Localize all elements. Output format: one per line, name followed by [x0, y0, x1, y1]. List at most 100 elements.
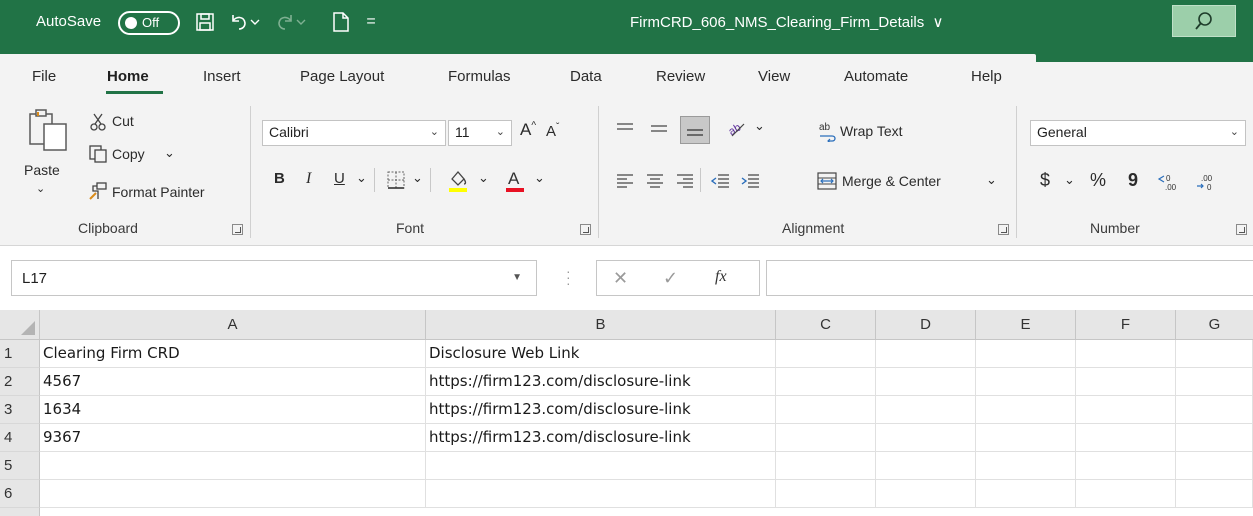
cell-f5[interactable] [1076, 452, 1176, 480]
font-name-dropdown[interactable]: Calibri ⌄ [262, 120, 446, 146]
align-right-icon[interactable] [674, 170, 696, 192]
merge-center-icon[interactable] [816, 170, 838, 192]
decrease-decimal-icon[interactable]: .00 0 [1194, 170, 1222, 194]
cell-b2[interactable]: https://firm123.com/disclosure-link [426, 368, 776, 396]
align-top-icon[interactable] [614, 118, 636, 140]
cell-c3[interactable] [776, 396, 876, 424]
row-header[interactable]: 3 [0, 396, 40, 424]
cell-c6[interactable] [776, 480, 876, 508]
row-header[interactable]: 5 [0, 452, 40, 480]
tab-help[interactable]: Help [971, 68, 1002, 85]
cancel-entry-icon[interactable]: ✕ [613, 268, 628, 289]
cell-a1[interactable]: Clearing Firm CRD [40, 340, 426, 368]
alignment-launcher-icon[interactable] [998, 224, 1009, 235]
name-box[interactable]: L17 ▼ [11, 260, 537, 296]
cell-d1[interactable] [876, 340, 976, 368]
cut-icon[interactable] [86, 112, 110, 132]
tab-home[interactable]: Home [107, 68, 149, 85]
accounting-format-button[interactable]: $ [1040, 170, 1050, 191]
copy-button[interactable]: Copy [112, 146, 145, 162]
cell-c2[interactable] [776, 368, 876, 396]
document-title[interactable]: FirmCRD_606_NMS_Clearing_Firm_Details ∨ [630, 13, 943, 31]
cell-c4[interactable] [776, 424, 876, 452]
cell-c5[interactable] [776, 452, 876, 480]
underline-button[interactable]: U [334, 170, 345, 187]
row-header[interactable]: 2 [0, 368, 40, 396]
number-format-dropdown[interactable]: General ⌄ [1030, 120, 1246, 146]
column-header-g[interactable]: G [1176, 310, 1253, 340]
cell-a3[interactable]: 1634 [40, 396, 426, 424]
align-left-icon[interactable] [614, 170, 636, 192]
cell-a5[interactable] [40, 452, 426, 480]
font-color-dropdown-icon[interactable]: ⌄ [534, 170, 545, 186]
formula-bar-grip-icon[interactable]: · · · [566, 264, 571, 290]
cut-button[interactable]: Cut [112, 113, 134, 129]
column-header-e[interactable]: E [976, 310, 1076, 340]
cell-g6[interactable] [1176, 480, 1253, 508]
orientation-icon[interactable]: ab [724, 116, 750, 140]
percent-style-button[interactable]: % [1090, 170, 1106, 191]
cell-e3[interactable] [976, 396, 1076, 424]
increase-indent-icon[interactable] [738, 170, 762, 192]
cell-b5[interactable] [426, 452, 776, 480]
copy-dropdown-icon[interactable]: ⌄ [164, 145, 175, 161]
cell-f2[interactable] [1076, 368, 1176, 396]
merge-center-button[interactable]: Merge & Center [842, 173, 941, 189]
italic-button[interactable]: I [306, 170, 311, 188]
cell-b3[interactable]: https://firm123.com/disclosure-link [426, 396, 776, 424]
accounting-dropdown-icon[interactable]: ⌄ [1064, 172, 1075, 188]
bold-button[interactable]: B [274, 170, 285, 187]
cell-f1[interactable] [1076, 340, 1176, 368]
cell-e4[interactable] [976, 424, 1076, 452]
cell-f6[interactable] [1076, 480, 1176, 508]
tab-view[interactable]: View [758, 68, 790, 85]
cell-d4[interactable] [876, 424, 976, 452]
cell-b1[interactable]: Disclosure Web Link [426, 340, 776, 368]
cell-b6[interactable] [426, 480, 776, 508]
borders-dropdown-icon[interactable]: ⌄ [412, 170, 423, 186]
cell-e5[interactable] [976, 452, 1076, 480]
increase-decimal-icon[interactable]: 0.00 [1156, 170, 1184, 194]
formula-input[interactable] [766, 260, 1253, 296]
cell-g2[interactable] [1176, 368, 1253, 396]
font-size-dropdown[interactable]: 11 ⌄ [448, 120, 512, 146]
underline-dropdown-icon[interactable]: ⌄ [356, 170, 367, 186]
column-header-c[interactable]: C [776, 310, 876, 340]
font-color-icon[interactable]: A [502, 166, 528, 194]
customize-qat-icon[interactable]: = [358, 8, 384, 36]
cell-a6[interactable] [40, 480, 426, 508]
row-header[interactable]: 1 [0, 340, 40, 368]
font-launcher-icon[interactable] [580, 224, 591, 235]
undo-dropdown-icon[interactable] [248, 8, 262, 36]
cell-e1[interactable] [976, 340, 1076, 368]
align-bottom-icon[interactable] [680, 116, 710, 144]
cell-b4[interactable]: https://firm123.com/disclosure-link [426, 424, 776, 452]
autosave-toggle[interactable]: Off [118, 11, 180, 35]
save-icon[interactable] [192, 8, 218, 36]
tab-insert[interactable]: Insert [203, 68, 241, 85]
cell-g3[interactable] [1176, 396, 1253, 424]
cell-g5[interactable] [1176, 452, 1253, 480]
borders-icon[interactable] [384, 168, 408, 192]
cell-e6[interactable] [976, 480, 1076, 508]
decrease-indent-icon[interactable] [708, 170, 732, 192]
confirm-entry-icon[interactable]: ✓ [663, 268, 678, 289]
increase-font-size-button[interactable]: A^ [520, 120, 536, 140]
column-header-b[interactable]: B [426, 310, 776, 340]
paste-button-label[interactable]: Paste [24, 162, 60, 178]
fill-color-dropdown-icon[interactable]: ⌄ [478, 170, 489, 186]
insert-function-icon[interactable]: fx [715, 268, 727, 286]
tab-file[interactable]: File [32, 68, 56, 85]
row-header[interactable]: 4 [0, 424, 40, 452]
merge-center-dropdown-icon[interactable]: ⌄ [986, 172, 997, 188]
format-painter-icon[interactable] [86, 180, 110, 202]
column-header-a[interactable]: A [40, 310, 426, 340]
cell-d3[interactable] [876, 396, 976, 424]
cell-d2[interactable] [876, 368, 976, 396]
tab-page-layout[interactable]: Page Layout [300, 68, 384, 85]
cell-g4[interactable] [1176, 424, 1253, 452]
cell-c1[interactable] [776, 340, 876, 368]
select-all-button[interactable] [0, 310, 40, 340]
comma-style-button[interactable]: 9 [1128, 170, 1138, 191]
row-header[interactable] [0, 508, 40, 516]
